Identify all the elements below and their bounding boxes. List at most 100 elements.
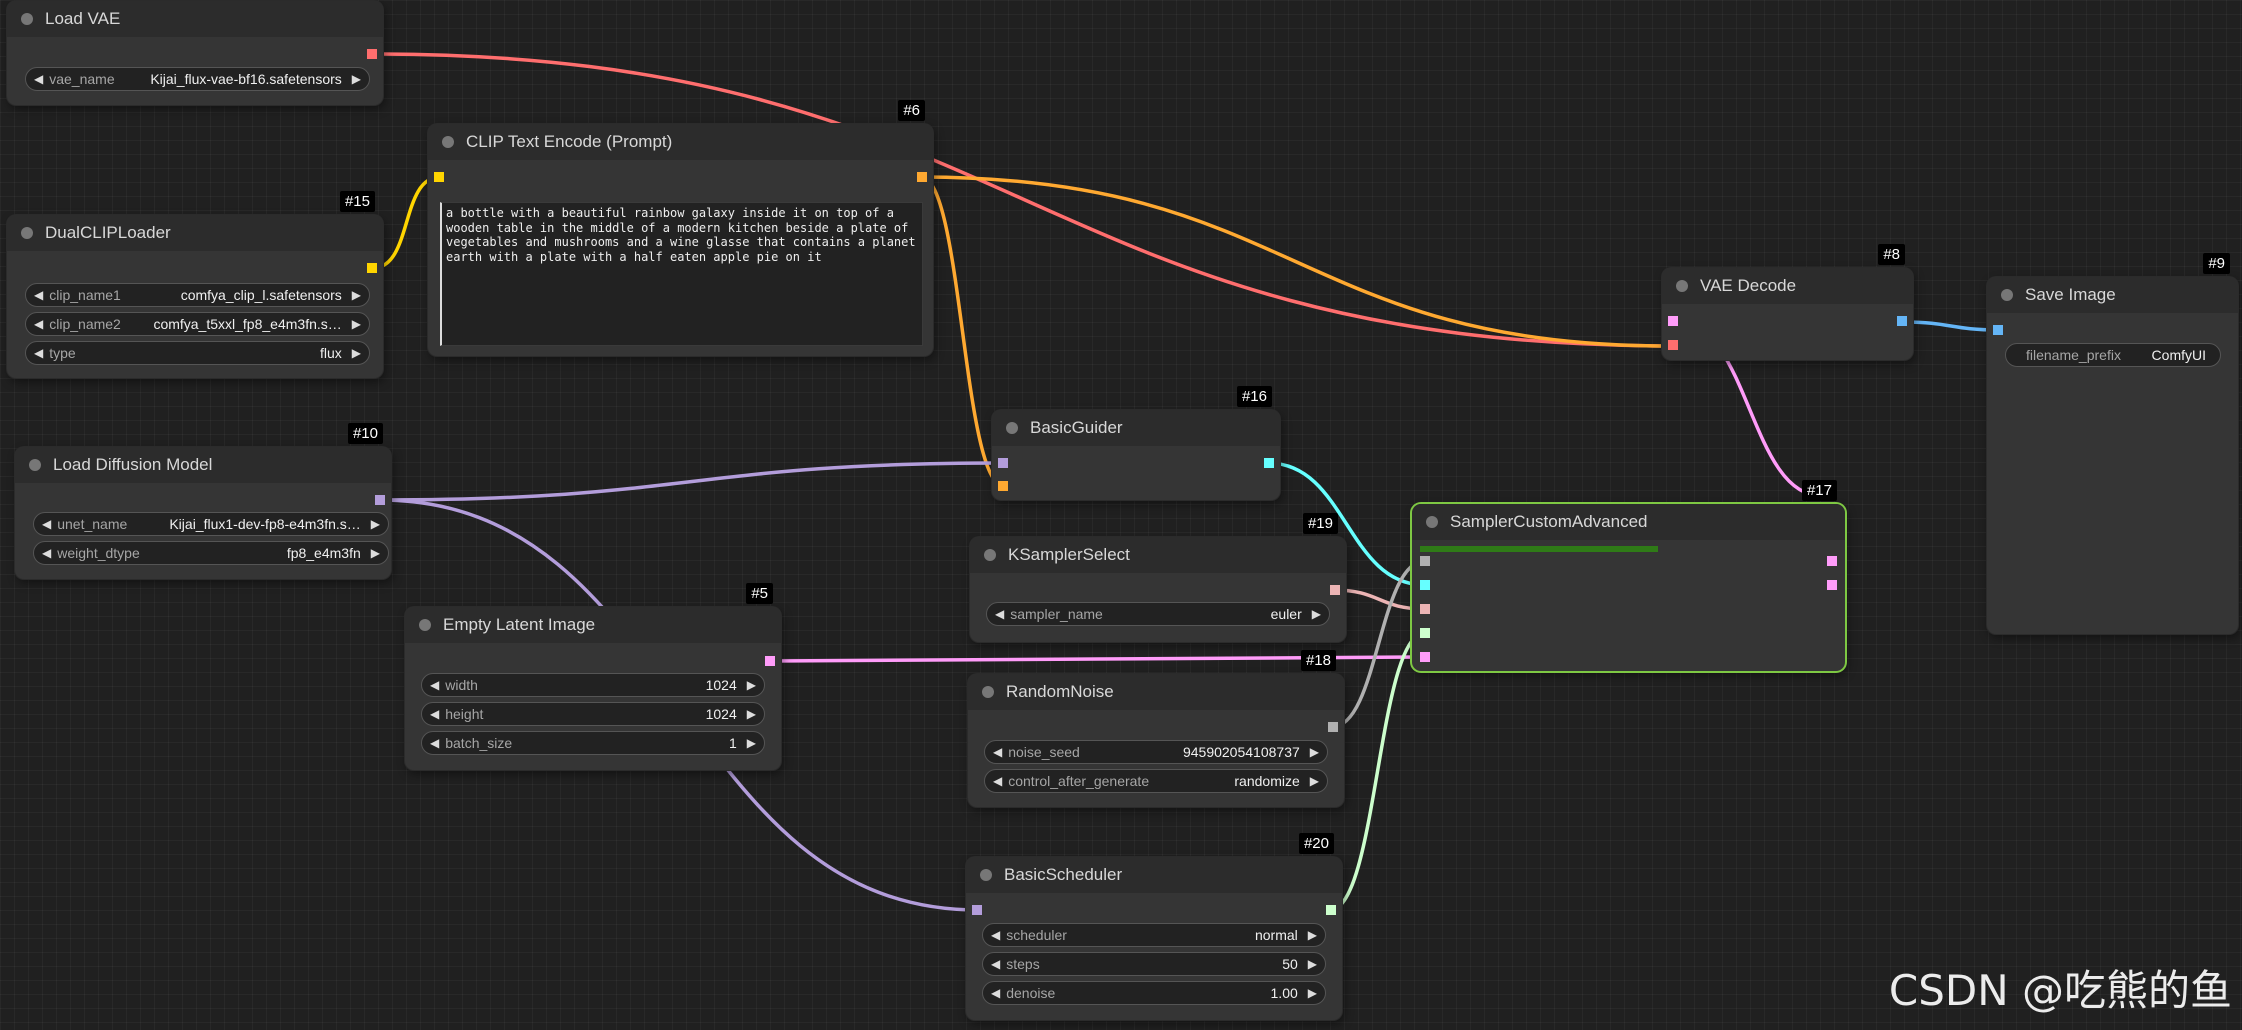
arrow-right-icon[interactable]: ▶ [747,678,756,692]
collapse-dot-icon[interactable] [442,136,454,148]
node-header[interactable]: KSamplerSelect [970,537,1346,573]
arrow-left-icon[interactable]: ◀ [34,346,43,360]
collapse-dot-icon[interactable] [980,869,992,881]
arrow-left-icon[interactable]: ◀ [995,607,1004,621]
arrow-left-icon[interactable]: ◀ [991,986,1000,1000]
input-socket-noise[interactable] [1420,556,1430,566]
widget-unet-name[interactable]: ◀ unet_name Kijai_flux1-dev-fp8-e4m3fn.s… [33,512,389,536]
input-socket-samples[interactable] [1668,316,1678,326]
widget-type[interactable]: ◀ type flux ▶ [25,341,370,365]
collapse-dot-icon[interactable] [29,459,41,471]
arrow-right-icon[interactable]: ▶ [352,346,361,360]
arrow-left-icon[interactable]: ◀ [993,774,1002,788]
arrow-right-icon[interactable]: ▶ [1310,774,1319,788]
output-socket-sampler[interactable] [1330,585,1340,595]
node-header[interactable]: Load VAE [7,1,383,37]
input-socket-clip[interactable] [434,172,444,182]
input-socket-sampler[interactable] [1420,604,1430,614]
widget-clip-name1[interactable]: ◀ clip_name1 comfya_clip_l.safetensors ▶ [25,283,370,307]
collapse-dot-icon[interactable] [982,686,994,698]
node-save-image[interactable]: #9 Save Image filename_prefix ComfyUI [1987,253,2238,634]
arrow-left-icon[interactable]: ◀ [34,72,43,86]
output-socket-guider[interactable] [1264,458,1274,468]
collapse-dot-icon[interactable] [2001,289,2013,301]
arrow-right-icon[interactable]: ▶ [1310,745,1319,759]
arrow-right-icon[interactable]: ▶ [352,72,361,86]
input-socket-model[interactable] [972,905,982,915]
node-load-diffusion-model[interactable]: #10 Load Diffusion Model ◀ unet_name Kij… [15,423,391,579]
widget-weight-dtype[interactable]: ◀ weight_dtype fp8_e4m3fn ▶ [33,541,389,565]
collapse-dot-icon[interactable] [1676,280,1688,292]
collapse-dot-icon[interactable] [21,227,33,239]
arrow-right-icon[interactable]: ▶ [1308,928,1317,942]
arrow-right-icon[interactable]: ▶ [1308,986,1317,1000]
arrow-right-icon[interactable]: ▶ [371,546,380,560]
node-header[interactable]: Save Image [1987,277,2238,313]
arrow-left-icon[interactable]: ◀ [993,745,1002,759]
arrow-left-icon[interactable]: ◀ [34,317,43,331]
widget-clip-name2[interactable]: ◀ clip_name2 comfya_t5xxl_fp8_e4m3fn.s… … [25,312,370,336]
output-socket-latent[interactable] [765,656,775,666]
output-socket-model[interactable] [375,495,385,505]
widget-steps[interactable]: ◀ steps 50 ▶ [982,952,1326,976]
widget-width[interactable]: ◀ width 1024 ▶ [421,673,765,697]
node-header[interactable]: BasicGuider [992,410,1280,446]
arrow-left-icon[interactable]: ◀ [34,288,43,302]
arrow-left-icon[interactable]: ◀ [991,928,1000,942]
output-socket-vae[interactable] [367,49,377,59]
output-socket-denoised-output[interactable] [1827,580,1837,590]
arrow-right-icon[interactable]: ▶ [352,288,361,302]
prompt-textarea[interactable]: a bottle with a beautiful rainbow galaxy… [440,202,923,346]
node-basic-scheduler[interactable]: #20 BasicScheduler ◀ scheduler normal ▶ … [966,833,1342,1020]
arrow-right-icon[interactable]: ▶ [747,736,756,750]
output-socket-noise[interactable] [1328,722,1338,732]
input-socket-conditioning[interactable] [998,481,1008,491]
node-header[interactable]: CLIP Text Encode (Prompt) [428,124,933,160]
input-socket-latent-image[interactable] [1420,652,1430,662]
node-header[interactable]: RandomNoise [968,674,1344,710]
input-socket-model[interactable] [998,458,1008,468]
node-header[interactable]: BasicScheduler [966,857,1342,893]
arrow-left-icon[interactable]: ◀ [42,546,51,560]
collapse-dot-icon[interactable] [984,549,996,561]
node-random-noise[interactable]: #18 RandomNoise ◀ noise_seed 94590205410… [968,650,1344,807]
collapse-dot-icon[interactable] [21,13,33,25]
input-socket-images[interactable] [1993,325,2003,335]
node-empty-latent-image[interactable]: #5 Empty Latent Image ◀ width 1024 ▶ ◀ h… [405,583,781,770]
arrow-left-icon[interactable]: ◀ [991,957,1000,971]
output-socket-clip[interactable] [367,263,377,273]
node-load-vae[interactable]: Load VAE ◀ vae_name Kijai_flux-vae-bf16.… [7,1,383,105]
widget-scheduler[interactable]: ◀ scheduler normal ▶ [982,923,1326,947]
arrow-left-icon[interactable]: ◀ [430,678,439,692]
widget-control-after-generate[interactable]: ◀ control_after_generate randomize ▶ [984,769,1328,793]
node-dual-clip-loader[interactable]: #15 DualCLIPLoader ◀ clip_name1 comfya_c… [7,191,383,378]
node-sampler-custom-advanced[interactable]: #17 SamplerCustomAdvanced [1412,480,1845,671]
arrow-right-icon[interactable]: ▶ [1308,957,1317,971]
node-header[interactable]: Empty Latent Image [405,607,781,643]
collapse-dot-icon[interactable] [1426,516,1438,528]
widget-denoise[interactable]: ◀ denoise 1.00 ▶ [982,981,1326,1005]
arrow-left-icon[interactable]: ◀ [42,517,51,531]
widget-filename-prefix[interactable]: filename_prefix ComfyUI [2005,343,2221,367]
collapse-dot-icon[interactable] [1006,422,1018,434]
arrow-right-icon[interactable]: ▶ [352,317,361,331]
widget-noise-seed[interactable]: ◀ noise_seed 945902054108737 ▶ [984,740,1328,764]
widget-batch-size[interactable]: ◀ batch_size 1 ▶ [421,731,765,755]
arrow-right-icon[interactable]: ▶ [371,517,380,531]
widget-sampler-name[interactable]: ◀ sampler_name euler ▶ [986,602,1330,626]
node-header[interactable]: Load Diffusion Model [15,447,391,483]
node-header[interactable]: VAE Decode [1662,268,1913,304]
input-socket-sigmas[interactable] [1420,628,1430,638]
node-clip-text-encode[interactable]: #6 CLIP Text Encode (Prompt) a bottle wi… [428,100,933,356]
node-ksampler-select[interactable]: #19 KSamplerSelect ◀ sampler_name euler … [970,513,1346,642]
arrow-left-icon[interactable]: ◀ [430,707,439,721]
node-header[interactable]: DualCLIPLoader [7,215,383,251]
arrow-right-icon[interactable]: ▶ [747,707,756,721]
input-socket-guider[interactable] [1420,580,1430,590]
node-basic-guider[interactable]: #16 BasicGuider [992,386,1280,500]
node-vae-decode[interactable]: #8 VAE Decode [1662,244,1913,360]
collapse-dot-icon[interactable] [419,619,431,631]
node-header[interactable]: SamplerCustomAdvanced [1412,504,1845,540]
widget-vae-name[interactable]: ◀ vae_name Kijai_flux-vae-bf16.safetenso… [25,67,370,91]
output-socket-image[interactable] [1897,316,1907,326]
